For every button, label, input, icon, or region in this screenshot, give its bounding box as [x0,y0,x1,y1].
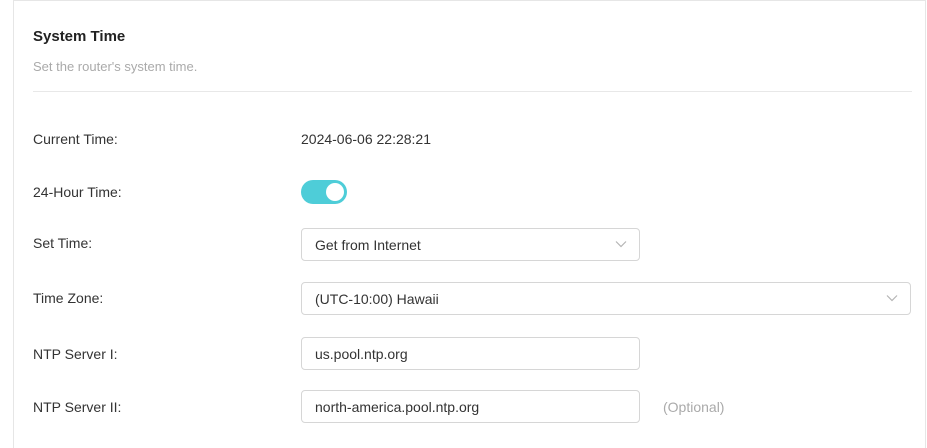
ntp-server-2-label: NTP Server II: [33,399,122,415]
time-zone-label: Time Zone: [33,290,104,306]
toggle-knob [326,183,344,201]
ntp-server-2-input[interactable] [301,390,640,423]
time-zone-selected: (UTC-10:00) Hawaii [315,291,439,307]
hour24-label: 24-Hour Time: [33,184,122,200]
time-zone-select[interactable]: (UTC-10:00) Hawaii [301,282,911,315]
chevron-down-icon [886,295,898,302]
divider [33,91,912,92]
optional-hint: (Optional) [663,399,725,415]
ntp-server-1-label: NTP Server I: [33,346,118,362]
section-title: System Time [33,28,126,45]
set-time-selected: Get from Internet [315,237,421,253]
hour24-toggle[interactable] [301,180,347,204]
chevron-down-icon [615,241,627,248]
set-time-select[interactable]: Get from Internet [301,228,640,261]
current-time-label: Current Time: [33,131,118,147]
set-time-label: Set Time: [33,235,93,251]
current-time-value: 2024-06-06 22:28:21 [301,131,431,147]
ntp-server-1-input[interactable] [301,337,640,370]
section-subtitle: Set the router's system time. [33,59,198,74]
